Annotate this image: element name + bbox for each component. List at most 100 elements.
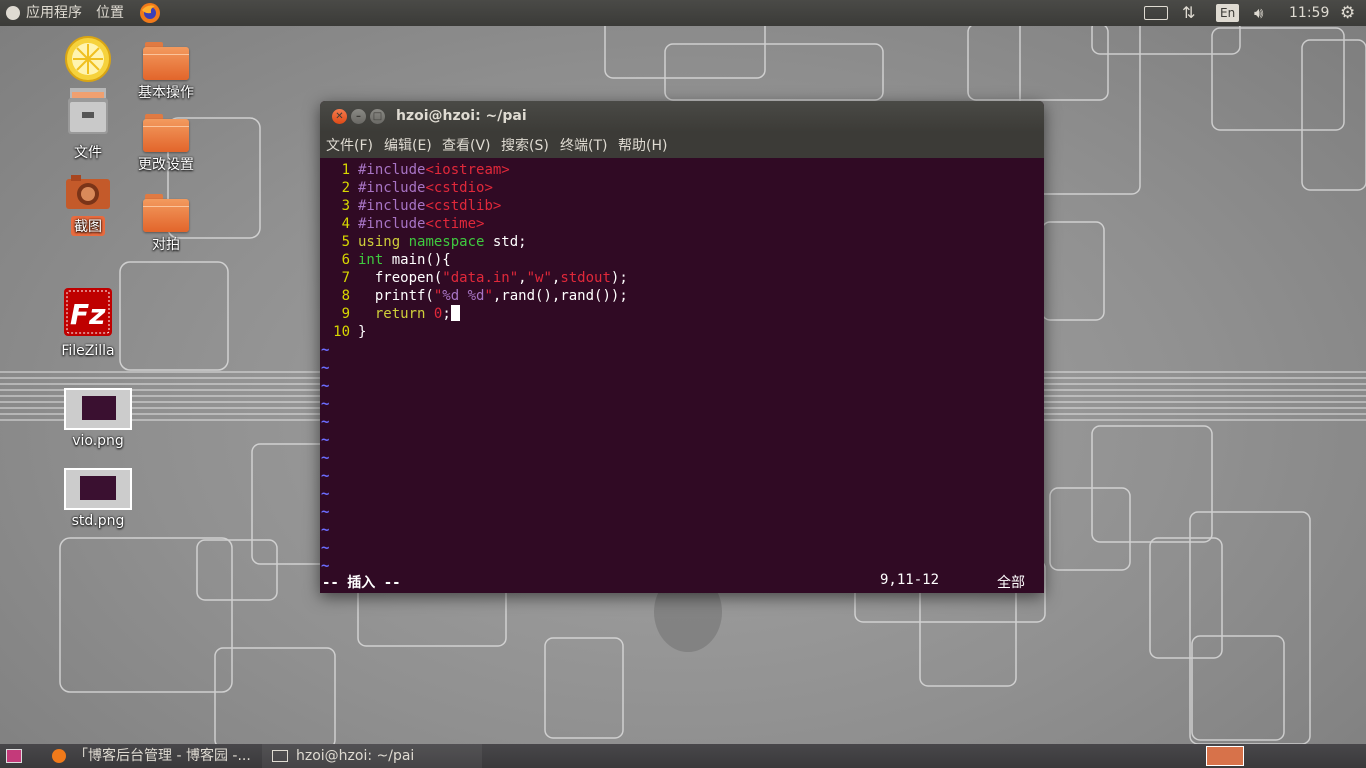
empty-line-tilde: ~ <box>321 468 330 484</box>
code-token: " <box>484 288 493 304</box>
menu-view[interactable]: 查看(V) <box>442 132 491 158</box>
code-token: ); <box>610 270 628 286</box>
code-line: 5 using namespace std; <box>320 233 527 251</box>
menu-help[interactable]: 帮助(H) <box>618 132 667 158</box>
desktop-label-vio-png: vio.png <box>72 433 124 449</box>
desktop-icon-folder-duipai[interactable]: 对拍 <box>126 194 206 254</box>
terminal-window[interactable]: ✕ – □ hzoi@hzoi: ~/pai 文件(F) 编辑(E) 查看(V)… <box>320 101 1044 593</box>
desktop-icon-filezilla[interactable]: Fz FileZilla <box>48 288 128 359</box>
code-line: 8 printf("%d %d",rand(),rand()); <box>320 287 628 305</box>
code-token: #include <box>358 216 426 232</box>
code-token: <ctime> <box>425 216 485 232</box>
ubuntu-logo-icon[interactable] <box>6 6 20 20</box>
desktop-icon-folder-basic[interactable]: 基本操作 <box>126 42 206 102</box>
empty-line-tilde: ~ <box>321 486 330 502</box>
desktop-label-folder-basic: 基本操作 <box>138 85 194 101</box>
keyboard-lang-indicator[interactable]: En <box>1216 4 1240 22</box>
line-number: 4 <box>341 216 350 232</box>
code-token: using <box>358 234 401 250</box>
desktop-icon-folder-settings[interactable]: 更改设置 <box>126 114 206 174</box>
applications-menu[interactable]: 应用程序 <box>26 0 82 26</box>
window-title: hzoi@hzoi: ~/pai <box>396 108 527 124</box>
close-icon[interactable]: ✕ <box>332 109 347 124</box>
terminal-icon <box>272 750 288 762</box>
lemon-icon <box>65 36 111 82</box>
code-token: namespace <box>408 234 485 250</box>
desktop-label-folder-duipai: 对拍 <box>152 237 180 253</box>
vim-editor[interactable]: 1 #include<iostream> 2 #include<cstdio> 3 #in… <box>320 158 1044 593</box>
volume-icon[interactable]: 🔊︎ <box>1254 0 1263 26</box>
taskbar-label-firefox: 「博客后台管理 - 博客园 -... <box>74 748 251 764</box>
image-thumbnail-icon <box>64 468 132 510</box>
code-token: <cstdlib> <box>425 198 502 214</box>
network-icon[interactable]: ⇅ <box>1182 0 1195 26</box>
line-number: 2 <box>341 180 350 196</box>
code-line: 9 return 0; <box>320 305 460 323</box>
code-line: 10} <box>320 323 366 341</box>
menu-bar: 文件(F) 编辑(E) 查看(V) 搜索(S) 终端(T) 帮助(H) <box>320 132 1044 158</box>
line-number: 9 <box>341 306 350 322</box>
desktop-label-std-png: std.png <box>71 513 125 529</box>
places-menu[interactable]: 位置 <box>96 0 124 26</box>
maximize-icon[interactable]: □ <box>370 109 385 124</box>
minimize-icon[interactable]: – <box>351 109 366 124</box>
code-token: int <box>358 252 384 268</box>
desktop-icon-vio-png[interactable]: vio.png <box>58 388 138 449</box>
taskbar-label-terminal: hzoi@hzoi: ~/pai <box>296 748 415 764</box>
desktop-label-filezilla: FileZilla <box>61 343 115 359</box>
file-manager-icon <box>68 88 108 134</box>
code-token: %d %d <box>442 288 485 304</box>
empty-line-tilde: ~ <box>321 360 330 376</box>
bottom-panel: 「博客后台管理 - 博客园 -... hzoi@hzoi: ~/pai <box>0 744 1366 768</box>
line-number: 1 <box>341 162 350 178</box>
show-desktop-icon[interactable] <box>6 749 22 763</box>
folder-icon <box>143 194 189 232</box>
code-line: 7 freopen("data.in","w",stdout); <box>320 269 628 287</box>
empty-line-tilde: ~ <box>321 414 330 430</box>
svg-text:Fz: Fz <box>70 298 106 331</box>
vim-statusline: -- 插入 -- 9,11-12 全部 <box>320 572 1044 592</box>
code-line: 1 #include<iostream> <box>320 161 510 179</box>
taskbar-firefox[interactable]: 「博客后台管理 - 博客园 -... <box>44 744 258 768</box>
code-token: main(){ <box>383 252 451 268</box>
keyboard-icon[interactable] <box>1144 6 1168 20</box>
desktop-label-files: 文件 <box>74 145 102 161</box>
desktop-icon-screenshot[interactable]: 截图 <box>48 174 128 236</box>
code-token: ,rand(),rand()); <box>492 288 628 304</box>
code-token: <iostream> <box>425 162 510 178</box>
empty-line-tilde: ~ <box>321 540 330 556</box>
code-token: printf( <box>358 288 434 304</box>
empty-line-tilde: ~ <box>321 378 330 394</box>
folder-icon <box>143 114 189 152</box>
empty-line-tilde: ~ <box>321 342 330 358</box>
code-token: stdout <box>560 270 611 286</box>
desktop-icon-std-png[interactable]: std.png <box>58 468 138 529</box>
empty-line-tilde: ~ <box>321 396 330 412</box>
cursor-position: 9,11-12 <box>880 572 940 588</box>
code-line: 4 #include<ctime> <box>320 215 485 233</box>
firefox-icon[interactable] <box>139 2 161 24</box>
menu-file[interactable]: 文件(F) <box>326 132 373 158</box>
code-token: std; <box>484 234 527 250</box>
empty-line-tilde: ~ <box>321 432 330 448</box>
menu-terminal[interactable]: 终端(T) <box>560 132 607 158</box>
menu-search[interactable]: 搜索(S) <box>501 132 549 158</box>
filezilla-icon: Fz <box>64 288 112 336</box>
code-token: "data.in" <box>442 270 519 286</box>
clock[interactable]: 11:59 <box>1289 0 1329 26</box>
desktop-label-folder-settings: 更改设置 <box>138 157 194 173</box>
code-token: freopen( <box>358 270 443 286</box>
window-titlebar[interactable]: ✕ – □ hzoi@hzoi: ~/pai <box>320 101 1044 132</box>
menu-edit[interactable]: 编辑(E) <box>384 132 432 158</box>
settings-gear-icon[interactable]: ⚙ <box>1340 0 1355 26</box>
line-number: 8 <box>341 288 350 304</box>
folder-icon <box>143 42 189 80</box>
workspace-switcher[interactable] <box>1206 746 1244 766</box>
taskbar-terminal[interactable]: hzoi@hzoi: ~/pai <box>262 744 482 768</box>
desktop-icon-lemon[interactable] <box>48 36 128 86</box>
code-token: #include <box>358 162 426 178</box>
desktop-icon-files[interactable]: 文件 <box>48 86 128 162</box>
